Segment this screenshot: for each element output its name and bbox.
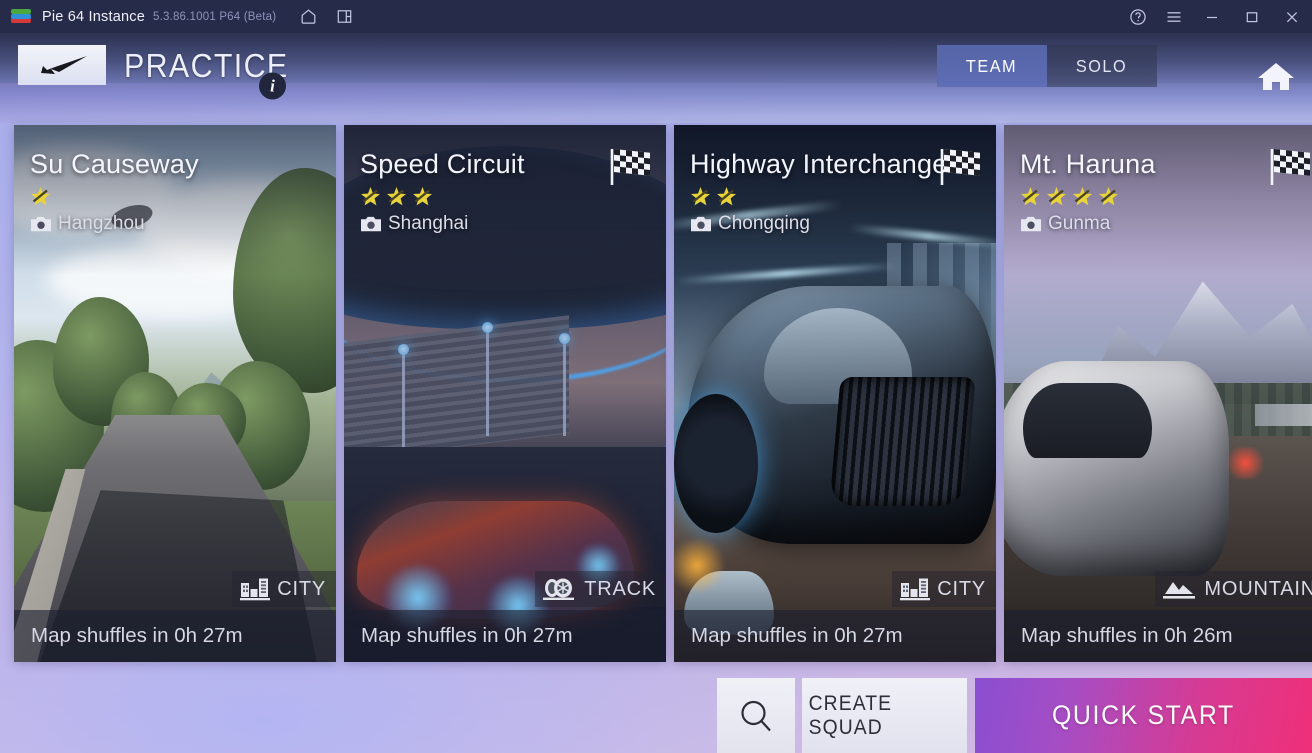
card-title: Highway Interchange	[690, 149, 948, 179]
close-icon[interactable]	[1272, 0, 1312, 33]
card-location: Hangzhou	[30, 213, 145, 235]
mode-tab-group: TEAM SOLO	[937, 45, 1157, 87]
hamburger-menu-icon[interactable]	[1156, 0, 1192, 33]
card-star-rating	[690, 186, 737, 207]
card-shuffle-label: Map shuffles in 0h 27m	[31, 624, 243, 647]
card-location-label: Hangzhou	[58, 213, 145, 234]
star-icon	[1046, 186, 1067, 207]
tab-team-label: TEAM	[966, 55, 1018, 76]
bottom-action-bar: CREATE SQUAD QUICK START	[717, 678, 1312, 753]
city-buildings-icon	[900, 578, 931, 601]
minimize-icon[interactable]	[1192, 0, 1232, 33]
titlebar-left-icon-group	[290, 0, 362, 33]
card-location: Chongqing	[690, 213, 810, 235]
star-icon	[30, 186, 51, 207]
map-card-list: Su Causeway Hangzhou CITY Map shuffles i…	[14, 125, 1312, 662]
camera-icon	[31, 216, 51, 232]
star-icon	[360, 186, 381, 207]
card-type-badge: CITY	[232, 571, 336, 607]
card-shuffle-label: Map shuffles in 0h 27m	[691, 624, 903, 647]
bluestacks-logo-icon	[11, 7, 31, 27]
card-star-rating	[360, 186, 433, 207]
star-icon	[386, 186, 407, 207]
card-location-label: Shanghai	[388, 213, 469, 234]
card-location: Gunma	[1020, 213, 1110, 235]
camera-icon	[1021, 216, 1041, 232]
back-button[interactable]	[18, 45, 106, 85]
map-card-mt-haruna[interactable]: Mt. Haruna Gunma MOUNTAIN Map shuffles i…	[1004, 125, 1312, 662]
card-title: Mt. Haruna	[1020, 149, 1156, 179]
card-type-badge: MOUNTAIN	[1155, 571, 1312, 607]
help-icon[interactable]	[1120, 0, 1156, 33]
create-squad-button[interactable]: CREATE SQUAD	[802, 678, 967, 753]
tab-solo-label: SOLO	[1076, 55, 1128, 76]
map-card-speed-circuit[interactable]: Speed Circuit Shanghai TRACK Map shuffle…	[344, 125, 666, 662]
titlebar-right-icon-group	[1120, 0, 1312, 33]
star-icon	[690, 186, 711, 207]
window-titlebar: Pie 64 Instance 5.3.86.1001 P64 (Beta)	[0, 0, 1312, 33]
search-icon	[741, 700, 771, 731]
card-shuffle-label: Map shuffles in 0h 26m	[1021, 624, 1233, 647]
quick-start-button[interactable]: QUICK START	[975, 678, 1312, 753]
card-location-label: Chongqing	[718, 213, 810, 234]
card-type-badge: TRACK	[535, 571, 666, 607]
tab-team[interactable]: TEAM	[937, 45, 1047, 87]
card-shuffle-timer: Map shuffles in 0h 27m	[674, 610, 996, 662]
instance-name-label: Pie 64 Instance	[42, 8, 145, 25]
star-icon	[412, 186, 433, 207]
card-shuffle-timer: Map shuffles in 0h 27m	[14, 610, 336, 662]
checkered-flag-icon	[608, 147, 654, 192]
home-icon	[1258, 63, 1294, 90]
maximize-icon[interactable]	[1232, 0, 1272, 33]
camera-icon	[691, 216, 711, 232]
tire-track-icon	[543, 578, 575, 600]
map-card-highway-interchange[interactable]: Highway Interchange Chongqing CITY Map s…	[674, 125, 996, 662]
card-type-label: MOUNTAIN	[1204, 577, 1312, 600]
checkered-flag-icon	[1268, 147, 1312, 192]
card-type-label: CITY	[937, 577, 986, 600]
quick-start-label: QUICK START	[1052, 700, 1235, 730]
card-location: Shanghai	[360, 213, 468, 235]
card-star-rating	[1020, 186, 1119, 207]
back-arrow-icon	[41, 56, 87, 74]
search-button[interactable]	[717, 678, 795, 753]
card-star-rating	[30, 186, 51, 207]
star-icon	[1072, 186, 1093, 207]
create-squad-label: CREATE SQUAD	[808, 691, 893, 739]
star-icon	[1020, 186, 1041, 207]
star-icon	[1098, 186, 1119, 207]
home-icon[interactable]	[290, 0, 326, 33]
card-type-label: TRACK	[584, 577, 656, 600]
card-top-gradient	[14, 125, 336, 275]
multi-instance-icon[interactable]	[326, 0, 362, 33]
instance-version-label: 5.3.86.1001 P64 (Beta)	[152, 10, 277, 23]
game-header-bar: PRACTICE i TEAM SOLO	[0, 33, 1312, 123]
card-location-label: Gunma	[1048, 213, 1111, 234]
card-shuffle-label: Map shuffles in 0h 27m	[361, 624, 573, 647]
card-type-label: CITY	[277, 577, 326, 600]
star-icon	[716, 186, 737, 207]
card-shuffle-timer: Map shuffles in 0h 27m	[344, 610, 666, 662]
card-type-badge: CITY	[892, 571, 996, 607]
card-title: Speed Circuit	[360, 149, 525, 179]
map-card-su-causeway[interactable]: Su Causeway Hangzhou CITY Map shuffles i…	[14, 125, 336, 662]
mountain-icon	[1163, 582, 1196, 599]
tab-solo[interactable]: SOLO	[1047, 45, 1157, 87]
camera-icon	[361, 216, 381, 232]
card-title: Su Causeway	[30, 149, 199, 179]
checkered-flag-icon	[938, 147, 984, 192]
info-icon[interactable]: i	[259, 72, 286, 100]
card-shuffle-timer: Map shuffles in 0h 26m	[1004, 610, 1312, 662]
city-buildings-icon	[240, 578, 271, 601]
home-button[interactable]	[1254, 57, 1298, 97]
